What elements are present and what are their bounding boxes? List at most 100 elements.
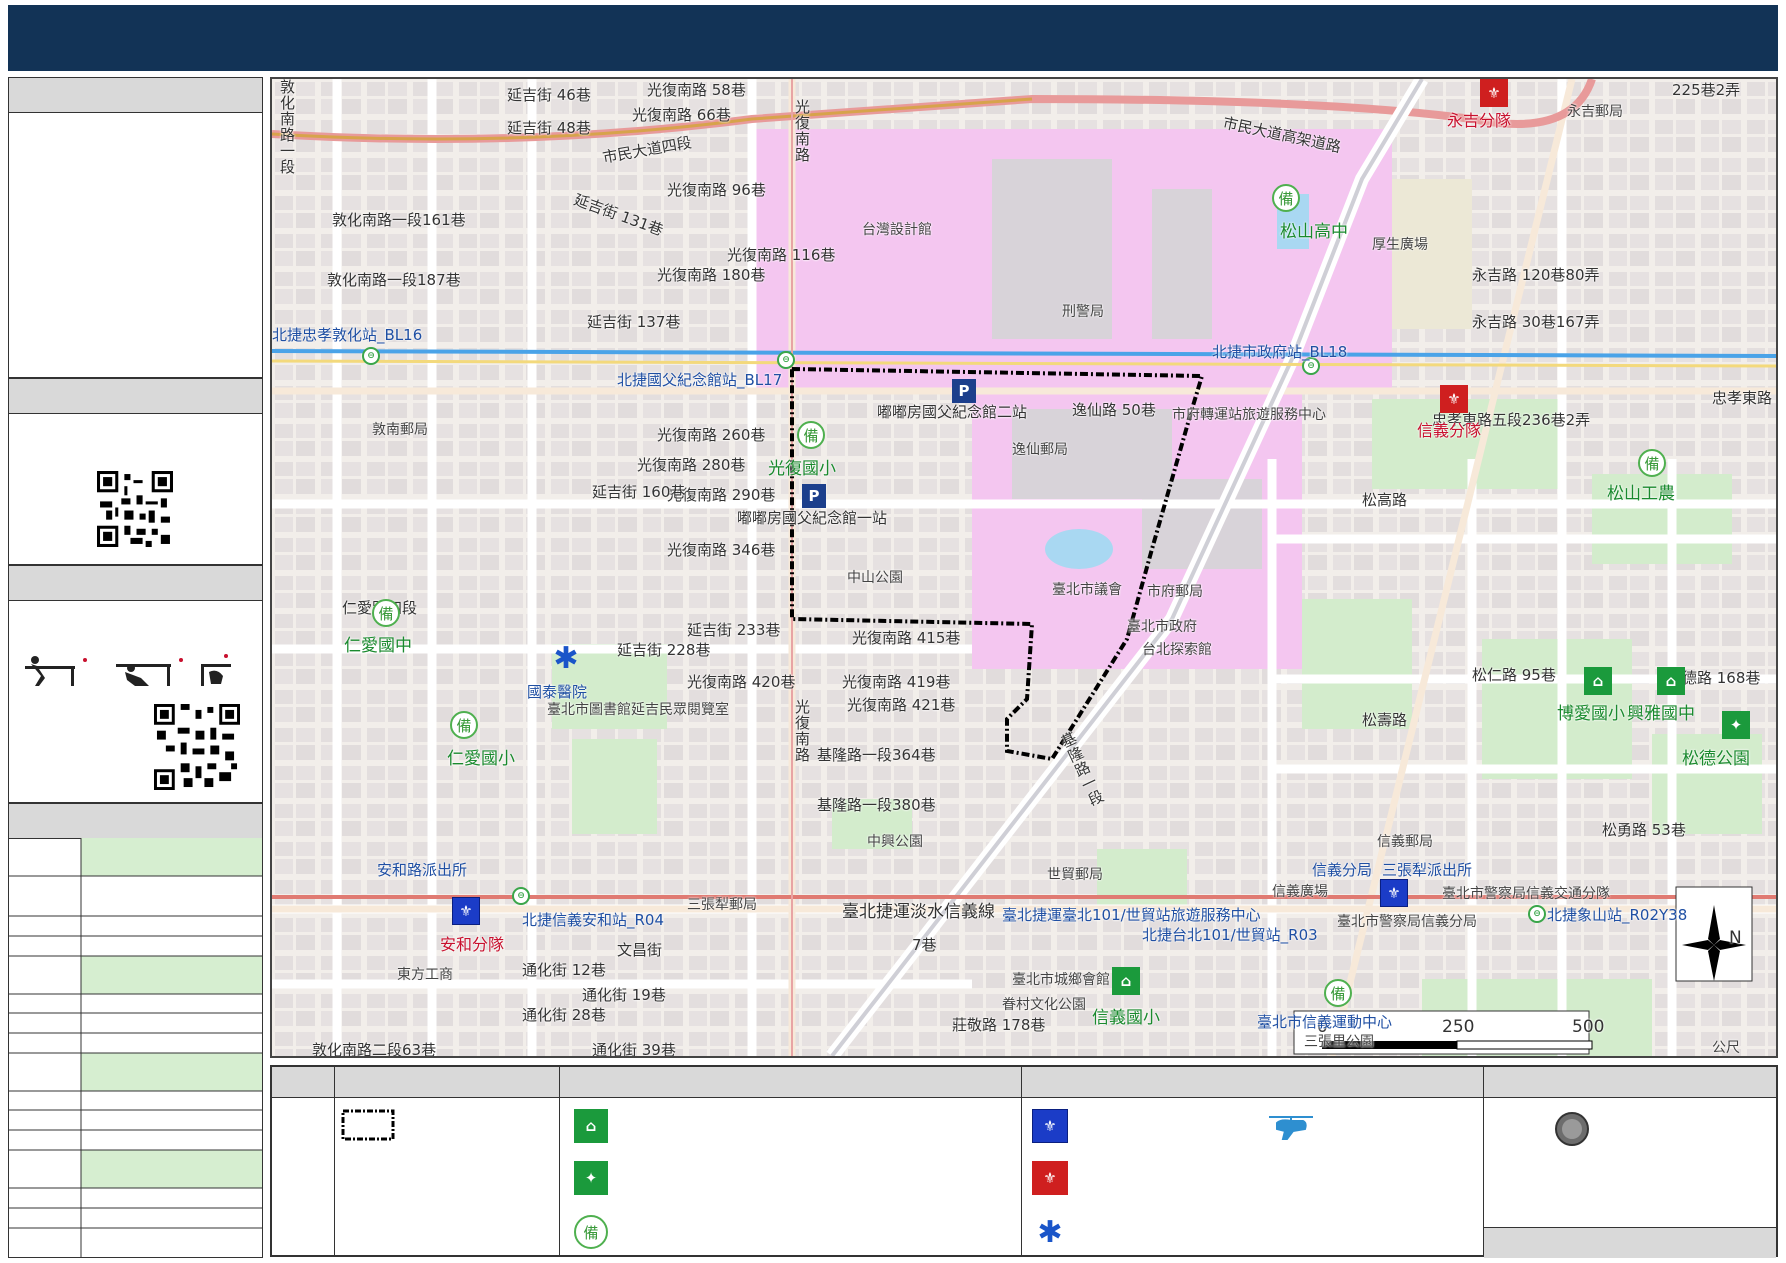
poi-renai-jhs[interactable]: 仁愛國中: [344, 631, 412, 656]
poi-xinyi-es[interactable]: 信義國小: [1092, 1003, 1160, 1028]
poi-zhongshan-park[interactable]: 中山公園: [847, 567, 903, 587]
reserve-icon[interactable]: 備: [797, 421, 825, 449]
poi-city-hall-post[interactable]: 市府郵局: [1147, 581, 1203, 601]
poi-anhe-squad[interactable]: 安和分隊: [440, 931, 504, 955]
qr-panel: [8, 378, 263, 565]
poi-police-xinyi[interactable]: 臺北市警察局信義分局: [1337, 911, 1477, 931]
shelter-icon[interactable]: ⌂: [1584, 667, 1612, 695]
reserve-icon[interactable]: 備: [1324, 979, 1352, 1007]
poi-juancun[interactable]: 眷村文化公園: [1002, 994, 1086, 1014]
park-icon[interactable]: ✦: [1722, 711, 1750, 739]
poi-design-museum[interactable]: 台灣設計館: [862, 219, 932, 239]
legend-col-shelter: ⌂ ✦ 備: [559, 1067, 1021, 1255]
poi-council[interactable]: 臺北市議會: [1052, 579, 1122, 599]
street-label: 光復南路 420巷: [687, 673, 796, 691]
poi-xinyi-post[interactable]: 信義郵局: [1377, 831, 1433, 851]
street-label: 延吉街 48巷: [507, 119, 591, 137]
street-label: 7巷: [912, 936, 937, 954]
poi-xinyi-squad[interactable]: 信義分隊: [1417, 417, 1481, 441]
road-guangfu: 光復南路: [793, 99, 811, 163]
poi-parking-1[interactable]: 嘟嘟房國父紀念館一站: [737, 507, 887, 528]
mrt-city-hall[interactable]: 北捷市政府站_BL18: [1212, 341, 1347, 362]
street-label: 光復南路 280巷: [637, 456, 746, 474]
poi-xinyi-square[interactable]: 信義廣場: [1272, 881, 1328, 901]
mrt-station-icon[interactable]: ⊖: [362, 347, 380, 365]
poi-yixian-post[interactable]: 逸仙郵局: [1012, 439, 1068, 459]
poi-dongfang[interactable]: 東方工商: [397, 964, 453, 984]
mrt-xinyi-line: 臺北捷運淡水信義線: [842, 902, 995, 922]
map-view[interactable]: N 0 250 500 公尺 市民大道高架道路 市民大道四段 忠孝東路 松高路 …: [270, 77, 1778, 1058]
mrt-sun-yatsen[interactable]: 北捷國父紀念館站_BL17: [617, 369, 782, 390]
poi-sanzhangli-police[interactable]: 三張犁派出所: [1382, 859, 1472, 880]
street-label: 基隆路一段364巷: [817, 746, 936, 764]
shelter-icon[interactable]: ⌂: [1112, 967, 1140, 995]
poi-explore-hall[interactable]: 台北探索館: [1142, 639, 1212, 659]
poi-dunnan-post[interactable]: 敦南郵局: [372, 419, 428, 439]
poi-anhe-police[interactable]: 安和路派出所: [377, 859, 467, 880]
poi-housheng[interactable]: 厚生廣場: [1372, 234, 1428, 254]
legend-col-other: [1483, 1067, 1776, 1258]
header-banner: [8, 5, 1778, 71]
qr-code-1[interactable]: [97, 471, 173, 547]
street-label: 延吉街 160巷: [592, 483, 686, 501]
mrt-station-icon[interactable]: ⊖: [512, 887, 530, 905]
poi-urban-rural[interactable]: 臺北市城鄉會館: [1012, 969, 1110, 989]
gray-dot-legend-icon: [1555, 1112, 1589, 1146]
police-icon[interactable]: ⚜: [1380, 879, 1408, 907]
poi-library[interactable]: 臺北市圖書館延吉民眾閱覽室: [547, 699, 729, 719]
poi-parking-2[interactable]: 嘟嘟房國父紀念館二站: [877, 401, 1027, 422]
fire-squad-icon[interactable]: ⚜: [1440, 385, 1468, 413]
legend-col-agencies: ⚜ ⚜ ✱: [1021, 1067, 1483, 1255]
mrt-anhe[interactable]: 北捷信義安和站_R04: [522, 909, 664, 930]
parking-icon[interactable]: P: [802, 484, 826, 508]
boundary-legend-icon: [341, 1109, 395, 1141]
t101-service-center[interactable]: 臺北捷運臺北101/世貿站旅遊服務中心: [1002, 904, 1261, 925]
qr-code-2[interactable]: [154, 704, 240, 790]
medical-icon[interactable]: ✱: [552, 641, 580, 676]
parking-icon[interactable]: P: [952, 379, 976, 403]
reserve-icon[interactable]: 備: [372, 599, 400, 627]
poi-city-hall[interactable]: 臺北市政府: [1127, 616, 1197, 636]
contact-table-grid: [9, 838, 262, 1257]
poi-sanzhangli-park[interactable]: 三張里公園: [1304, 1031, 1374, 1051]
poi-yongji-squad[interactable]: 永吉分隊: [1447, 107, 1511, 131]
reserve-icon[interactable]: 備: [1272, 184, 1300, 212]
poi-yongji-post[interactable]: 永吉郵局: [1567, 101, 1623, 121]
poi-songshan-hs[interactable]: 松山高中: [1280, 217, 1348, 242]
poi-songde-park[interactable]: 松德公園: [1682, 744, 1750, 769]
poi-boai-es[interactable]: 博愛國小: [1557, 699, 1625, 724]
poi-songshan-ind[interactable]: 松山工農: [1607, 479, 1675, 504]
fire-legend-icon: ⚜: [1032, 1161, 1068, 1195]
legend-footer: [1484, 1227, 1776, 1258]
poi-shimao-post[interactable]: 世貿郵局: [1047, 864, 1103, 884]
fire-squad-icon[interactable]: ⚜: [1480, 79, 1508, 107]
shelter-icon[interactable]: ⌂: [1657, 667, 1685, 695]
poi-sanzhangli-post[interactable]: 三張犁郵局: [687, 894, 757, 914]
poi-xinyi-sports[interactable]: 臺北市信義運動中心: [1257, 1011, 1392, 1032]
street-label: 光復南路 66巷: [632, 106, 731, 124]
poi-renai-es[interactable]: 仁愛國小: [447, 744, 515, 769]
street-label: 光復南路 346巷: [667, 541, 776, 559]
scale-unit: 公尺: [1712, 1040, 1740, 1056]
park-legend-icon: ✦: [574, 1161, 608, 1195]
poi-traffic-branch[interactable]: 臺北市警察局信義交通分隊: [1442, 883, 1610, 903]
street-label: 延吉街 46巷: [507, 86, 591, 104]
poi-xinyi-branch[interactable]: 信義分局: [1312, 859, 1372, 880]
mrt-dunhua[interactable]: 北捷忠孝敦化站_BL16: [272, 324, 422, 345]
poi-cib[interactable]: 刑警局: [1062, 301, 1104, 321]
poi-xingya-jhs[interactable]: 興雅國中: [1627, 699, 1695, 724]
mrt-station-icon[interactable]: ⊖: [777, 351, 795, 369]
poi-zhongmin-park[interactable]: 中興公園: [867, 831, 923, 851]
reserve-icon[interactable]: 備: [450, 711, 478, 739]
mrt-taipei101[interactable]: 北捷台北101/世貿站_R03: [1142, 924, 1318, 945]
mrt-station-icon[interactable]: ⊖: [1528, 905, 1546, 923]
road-songgao: 松高路: [1362, 491, 1408, 509]
street-label: 225巷2弄: [1672, 81, 1741, 99]
poi-guangfu-es[interactable]: 光復國小: [768, 454, 836, 479]
qr-panel-title: [9, 379, 262, 414]
poi-transfer-center[interactable]: 市府轉運站旅遊服務中心: [1172, 404, 1326, 424]
reserve-icon[interactable]: 備: [1638, 449, 1666, 477]
police-icon[interactable]: ⚜: [452, 897, 480, 925]
mrt-xiangshan[interactable]: 北捷象山站_R02Y38: [1547, 904, 1687, 925]
road-dunhua-2: 敦化南路二段63巷: [312, 1041, 437, 1058]
